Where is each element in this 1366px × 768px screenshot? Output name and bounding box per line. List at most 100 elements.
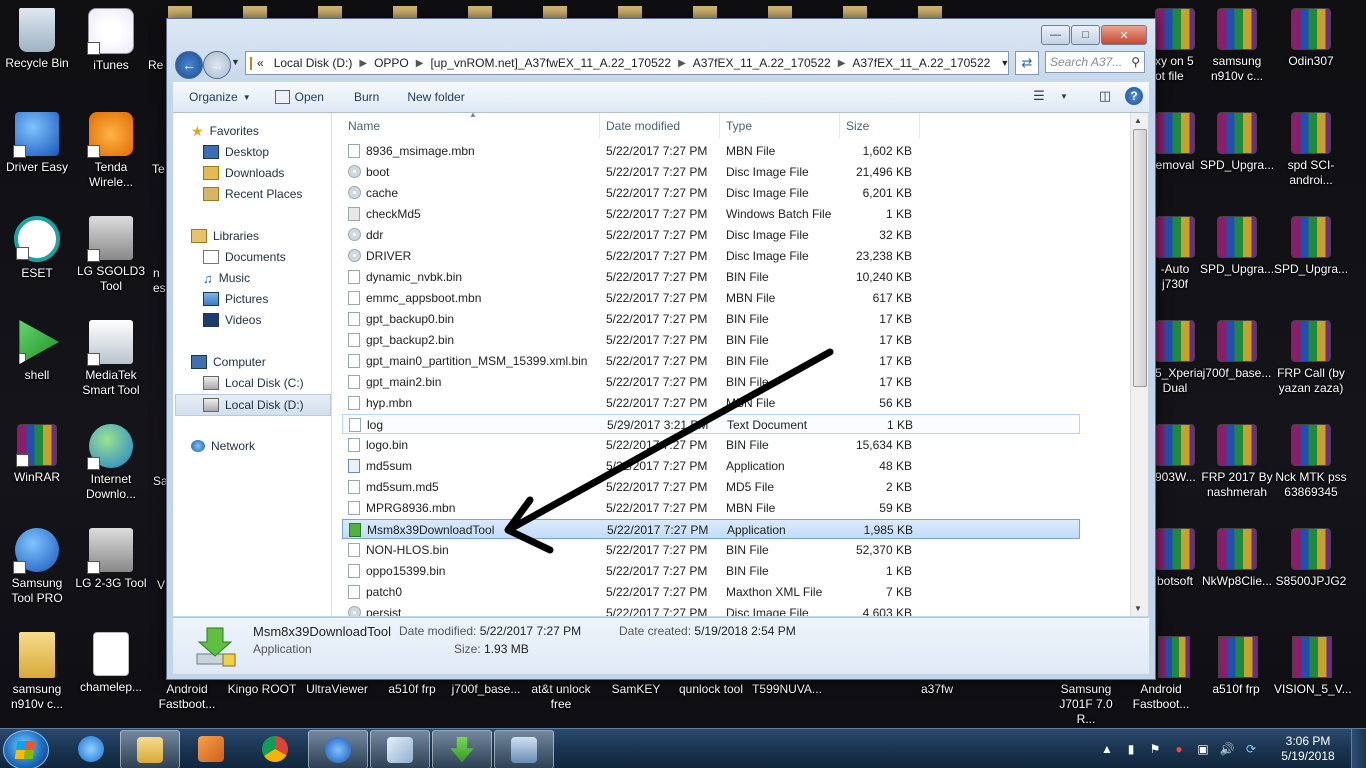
antivirus-icon[interactable]: ● (1171, 741, 1187, 757)
desktop-icon-rar[interactable] (1292, 636, 1332, 678)
change-view-icon[interactable]: ☰ (1029, 86, 1049, 106)
nav-music[interactable]: ♫ Music (203, 268, 250, 288)
scrollbar-thumb[interactable] (1133, 129, 1147, 387)
desktop-icon-lg-sgold3[interactable]: LG SGOLD3 Tool (74, 216, 148, 294)
desktop-icon-att-unlock[interactable]: at&t unlock free (524, 682, 598, 712)
clock[interactable]: 3:06 PM 5/19/2018 (1273, 734, 1343, 764)
desktop-icon-rar[interactable]: FRP Call (by yazan zaza) (1274, 320, 1348, 396)
file-row[interactable]: MPRG8936.mbn 5/22/2017 7:27 PM MBN File 59 … (342, 498, 1080, 518)
file-row[interactable]: hyp.mbn 5/22/2017 7:27 PM MBN File 56 KB (342, 393, 1080, 413)
desktop-icon-rar[interactable]: SPD_Upgra... (1200, 216, 1274, 277)
desktop-icon-rar[interactable]: NkWp8Clie... (1200, 528, 1274, 589)
nav-desktop[interactable]: Desktop (203, 142, 269, 162)
desktop-icon-android-fastboot[interactable]: Android Fastboot... (150, 682, 224, 712)
scroll-up-icon[interactable]: ▲ (1134, 116, 1142, 125)
taskbar-media-player[interactable] (182, 730, 240, 767)
show-hidden-icons-icon[interactable]: ▲ (1099, 741, 1115, 757)
chevron-down-icon[interactable]: ▼ (1059, 86, 1069, 106)
breadcrumb-a37fex-2[interactable]: A37fEX_11_A.22_170522 (847, 56, 995, 70)
network-icon[interactable]: ▣ (1195, 741, 1211, 757)
desktop-icon-rar[interactable]: SPD_Upgra... (1200, 112, 1274, 173)
nav-network[interactable]: Network (191, 436, 255, 456)
help-icon[interactable]: ? (1125, 87, 1143, 105)
forward-button[interactable]: → (203, 51, 231, 79)
file-row[interactable]: emmc_appsboot.mbn 5/22/2017 7:27 PM MBN Fi… (342, 288, 1080, 308)
nav-libraries[interactable]: Libraries (191, 226, 259, 246)
desktop-icon-recycle-bin[interactable]: Recycle Bin (0, 8, 74, 71)
file-row[interactable]: NON-HLOS.bin 5/22/2017 7:27 PM BIN File 52,… (342, 540, 1080, 560)
file-row[interactable]: md5sum 5/22/2017 7:27 PM Application 48 KB (342, 456, 1080, 476)
search-input[interactable]: Search A37... ⚲ (1045, 51, 1145, 73)
maximize-button[interactable]: □ (1071, 25, 1100, 45)
desktop-icon-driver-easy[interactable]: Driver Easy (0, 112, 74, 175)
file-row[interactable]: Msm8x39DownloadTool 5/22/2017 7:27 PM Appl… (342, 519, 1080, 539)
file-row[interactable]: oppo15399.bin 5/22/2017 7:27 PM BIN File 1 … (342, 561, 1080, 581)
desktop-icon-lg-23g[interactable]: LG 2-3G Tool (74, 528, 148, 591)
desktop-icon-a510f-frp[interactable]: a510f frp (375, 682, 449, 697)
desktop-icon-partial[interactable]: Re (148, 58, 168, 73)
desktop-icon-winrar[interactable]: WinRAR (0, 424, 74, 485)
nav-computer[interactable]: Computer (191, 352, 266, 372)
signal-icon[interactable]: ▮ (1123, 741, 1139, 757)
desktop-icon-samkey[interactable]: SamKEY (599, 682, 673, 697)
breadcrumb-a37fex-1[interactable]: A37fEX_11_A.22_170522 (688, 56, 836, 70)
file-row[interactable]: 8936_msimage.mbn 5/22/2017 7:27 PM MBN Fil… (342, 141, 1080, 161)
desktop-icon-vision5[interactable]: VISION_5_V... (1274, 682, 1352, 697)
preview-pane-icon[interactable]: ◫ (1095, 86, 1115, 106)
taskbar-download-tool[interactable] (432, 730, 492, 768)
start-button[interactable] (3, 730, 49, 768)
file-row[interactable]: patch0 5/22/2017 7:27 PM Maxthon XML File 7… (342, 582, 1080, 602)
file-row[interactable]: cache 5/22/2017 7:27 PM Disc Image File 6,2… (342, 183, 1080, 203)
taskbar-ie[interactable] (62, 730, 120, 767)
vertical-scrollbar[interactable]: ▲ ▼ (1130, 113, 1148, 616)
desktop-icon-rar[interactable]: spd SCI-androi... (1274, 112, 1348, 188)
new-folder-button[interactable]: New folder (389, 90, 474, 104)
open-button[interactable]: Open (261, 90, 334, 104)
desktop-icon-itunes[interactable]: iTunes (74, 8, 148, 73)
desktop-icon-rar[interactable] (1218, 636, 1258, 678)
file-row[interactable]: gpt_main0_partition_MSM_15399.xml.bin 5/2… (342, 351, 1080, 371)
desktop-icon-rar[interactable]: Odin307 (1274, 8, 1348, 69)
nav-recent-places[interactable]: Recent Places (203, 184, 302, 204)
desktop-icon-kingo-root[interactable]: Kingo ROOT (225, 682, 299, 697)
recent-pages-dropdown[interactable]: ▼ (231, 57, 240, 67)
column-header-type[interactable]: Type (720, 113, 840, 138)
taskbar-tool[interactable] (370, 730, 430, 768)
desktop-icon-partial[interactable]: n es (153, 266, 167, 296)
desktop-icon-eset[interactable]: ESET (0, 216, 74, 281)
file-row[interactable]: ddr 5/22/2017 7:27 PM Disc Image File 32 KB (342, 225, 1080, 245)
desktop-icon-mediatek[interactable]: MediaTek Smart Tool (74, 320, 148, 398)
address-dropdown-icon[interactable]: ▼ (995, 58, 1008, 68)
organize-button[interactable]: Organize ▼ (173, 90, 261, 104)
scroll-down-icon[interactable]: ▼ (1134, 604, 1142, 613)
desktop-icon-shell[interactable]: shell (0, 320, 74, 383)
desktop-icon-rar[interactable]: samsung n910v c... (1200, 8, 1274, 84)
breadcrumb-separator-icon[interactable]: ▶ (836, 58, 848, 69)
minimize-button[interactable]: — (1041, 25, 1070, 45)
file-row[interactable]: DRIVER 5/22/2017 7:27 PM Disc Image File 23… (342, 246, 1080, 266)
taskbar-chrome[interactable] (246, 730, 304, 767)
desktop-icon-a510f-frp-2[interactable]: a510f frp (1199, 682, 1273, 697)
file-row[interactable]: boot 5/22/2017 7:27 PM Disc Image File 21,4… (342, 162, 1080, 182)
taskbar-computer[interactable] (494, 730, 554, 768)
close-button[interactable]: ✕ (1101, 25, 1147, 45)
desktop-icon-samsung-j701f[interactable]: Samsung J701F 7.0 R... (1049, 682, 1123, 727)
desktop-icon-rar[interactable] (1158, 636, 1190, 678)
file-row[interactable]: md5sum.md5 5/22/2017 7:27 PM MD5 File 2 KB (342, 477, 1080, 497)
volume-icon[interactable]: 🔊 (1219, 741, 1235, 757)
desktop-icon-rar[interactable]: 903W... (1155, 424, 1196, 485)
file-row[interactable]: persist 5/22/2017 7:27 PM Disc Image File 4… (342, 603, 1080, 616)
nav-favorites[interactable]: ★ Favorites (191, 121, 259, 141)
show-desktop-button[interactable] (1351, 729, 1366, 768)
nav-local-disk-c[interactable]: Local Disk (C:) (203, 373, 304, 393)
file-row[interactable]: logo.bin 5/22/2017 7:27 PM BIN File 15,634 … (342, 435, 1080, 455)
file-row[interactable]: gpt_main2.bin 5/22/2017 7:27 PM BIN File 17… (342, 372, 1080, 392)
desktop-icon-rar[interactable]: Nck MTK pss 63869345 (1274, 424, 1348, 500)
breadcrumb-oppo[interactable]: OPPO (369, 56, 414, 70)
file-row[interactable]: gpt_backup0.bin 5/22/2017 7:27 PM BIN File… (342, 309, 1080, 329)
address-bar[interactable]: « Local Disk (D:) ▶ OPPO ▶ [up_vnROM.net… (245, 51, 1009, 75)
breadcrumb-separator-icon[interactable]: ▶ (414, 58, 426, 69)
desktop-icon-partial[interactable]: Sa (153, 474, 167, 489)
taskbar-samsung-tool[interactable] (308, 730, 368, 768)
column-header-size[interactable]: Size (840, 113, 920, 138)
